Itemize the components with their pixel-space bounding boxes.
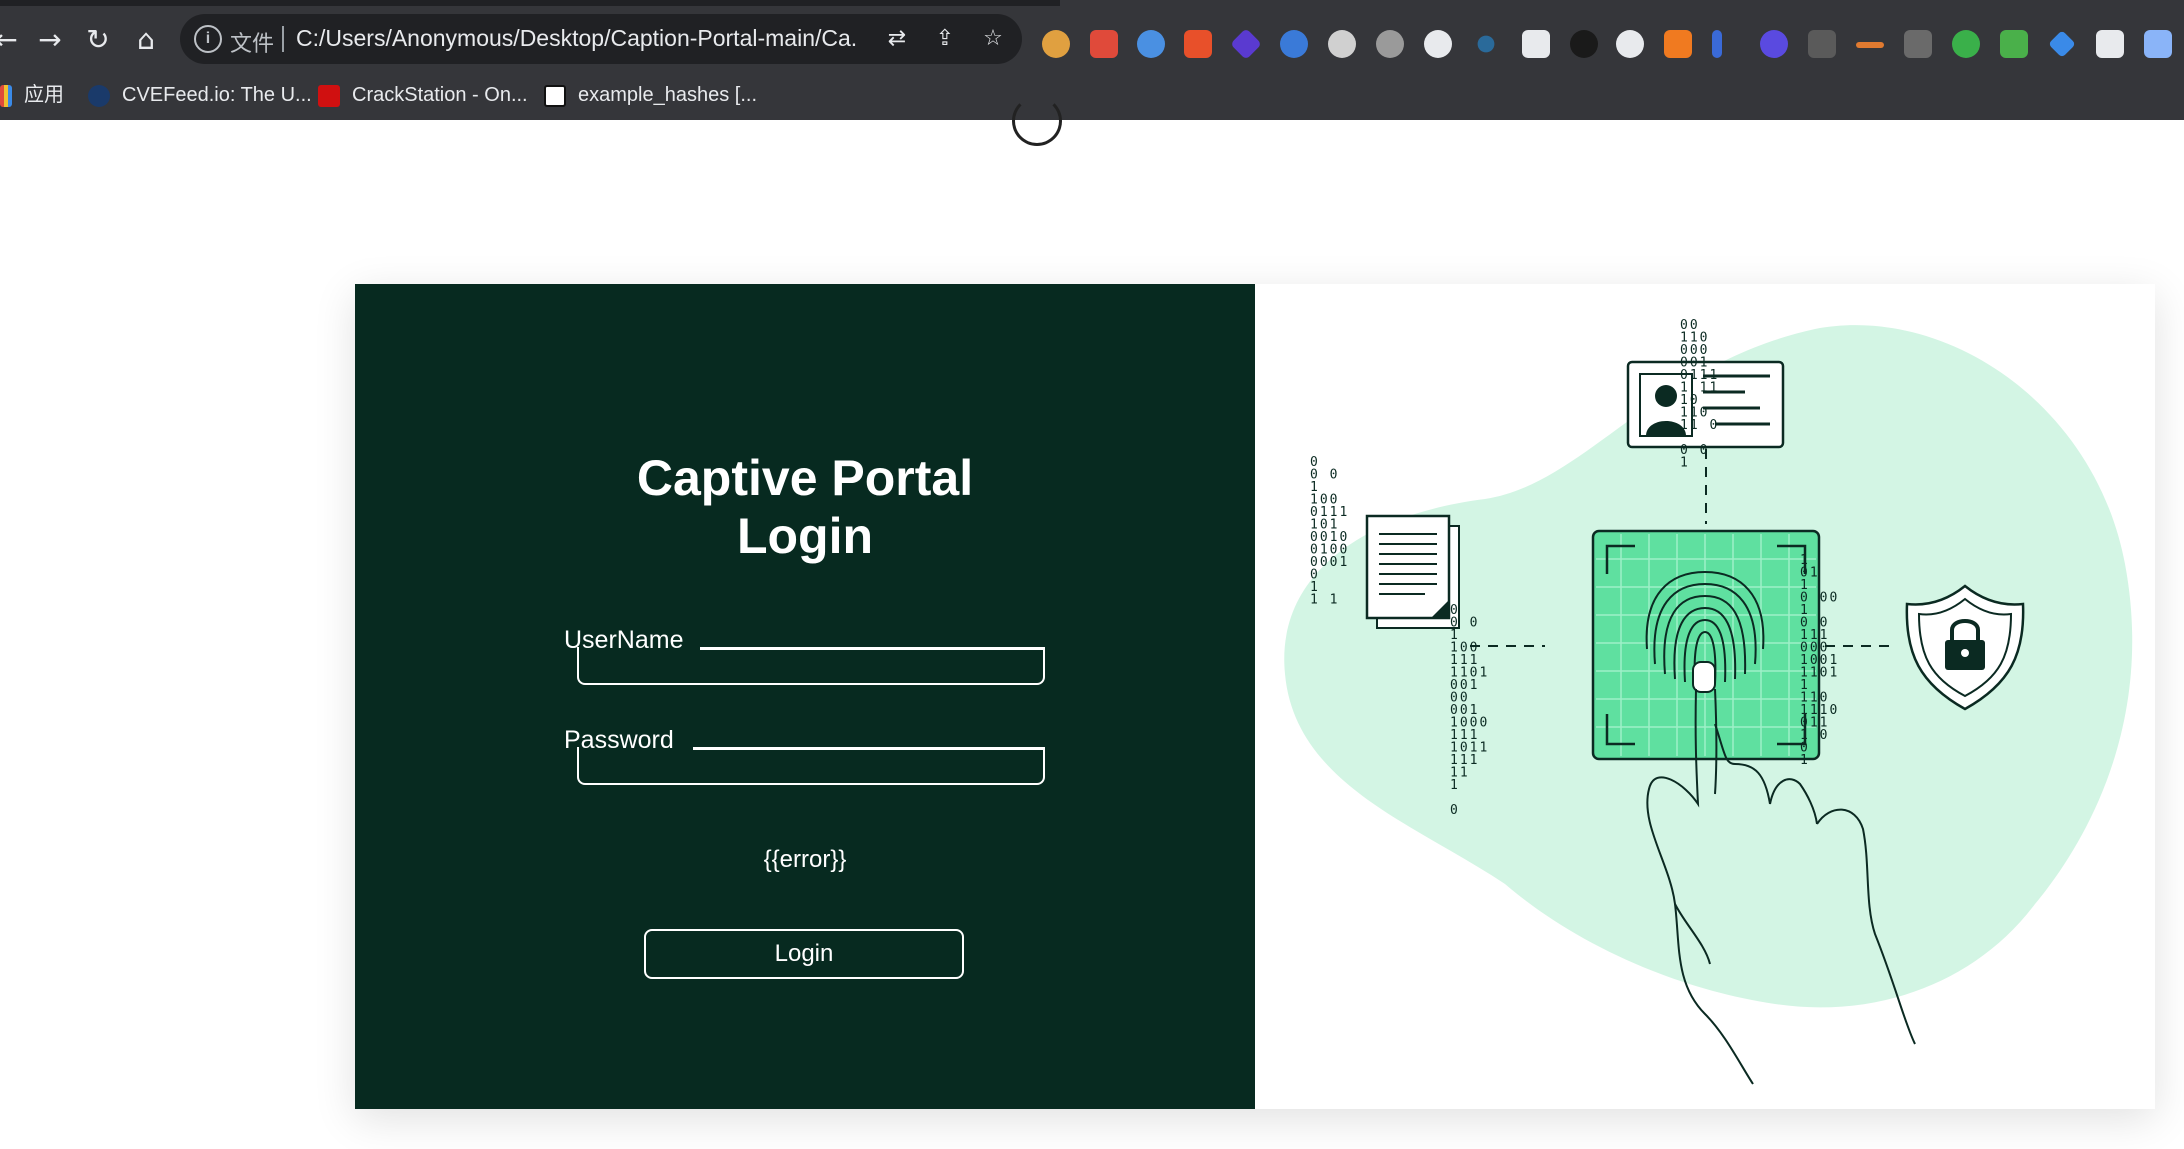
translate-icon[interactable]: ⇄ xyxy=(882,24,912,54)
apps-grid-icon xyxy=(0,84,12,107)
bookmark-apps[interactable]: 应用 xyxy=(0,80,64,110)
omnibox-separator xyxy=(282,26,284,52)
extension-icon[interactable] xyxy=(1376,30,1404,58)
document-icon xyxy=(1365,514,1460,629)
extension-icon[interactable] xyxy=(1477,35,1495,53)
bookmark-label: example_hashes [... xyxy=(578,84,757,106)
address-bar[interactable]: i 文件 C:/Users/Anonymous/Desktop/Caption-… xyxy=(180,14,1022,64)
cvefeed-icon xyxy=(88,84,110,107)
fingerprint-illustration: 00 0 1 100 0111 101 0010 0100 0001 0 1 1 1 00 110 00… xyxy=(1284,318,2133,1085)
bookmarks-bar: 应用 CVEFeed.io: The U... CrackStation - O… xyxy=(0,74,2184,116)
extension-icon[interactable] xyxy=(1712,30,1722,58)
reload-icon[interactable]: ↻ xyxy=(78,20,118,60)
info-icon[interactable]: i xyxy=(194,25,222,53)
page-title: Captive Portal Login xyxy=(555,449,1055,565)
fingerprint-scanner-icon xyxy=(1591,529,1821,761)
extension-icon[interactable] xyxy=(1424,30,1452,58)
extension-icon[interactable] xyxy=(1184,30,1212,58)
share-icon[interactable]: ⇪ xyxy=(930,24,960,54)
browser-toolbar: ← → ↻ ⌂ i 文件 C:/Users/Anonymous/Desktop/… xyxy=(0,6,2184,74)
home-icon[interactable]: ⌂ xyxy=(126,20,166,60)
extension-icon[interactable] xyxy=(1760,30,1788,58)
extension-icon[interactable] xyxy=(1280,30,1308,58)
bookmark-example-hashes[interactable]: example_hashes [... xyxy=(544,80,757,110)
extension-icon[interactable] xyxy=(1952,30,1980,58)
cookie-extension-icon[interactable] xyxy=(1042,30,1070,58)
login-panel: Captive Portal Login UserName Password {… xyxy=(355,284,1255,1109)
password-input[interactable] xyxy=(577,747,1045,785)
illustration-panel: 00 0 1 100 0111 101 0010 0100 0001 0 1 1 1 00 110 00… xyxy=(1255,284,2155,1109)
username-input[interactable] xyxy=(577,647,1045,685)
bookmark-star-icon[interactable]: ☆ xyxy=(978,24,1008,54)
bookmark-crackstation[interactable]: CrackStation - On... xyxy=(318,80,528,110)
bookmark-cvefeed[interactable]: CVEFeed.io: The U... xyxy=(88,80,312,110)
login-card: Captive Portal Login UserName Password {… xyxy=(355,284,2155,1109)
extension-icon[interactable] xyxy=(1328,30,1356,58)
password-field[interactable] xyxy=(579,747,1043,783)
bookmark-label: 应用 xyxy=(24,84,64,106)
extension-icon[interactable] xyxy=(1230,28,1262,60)
extension-icon[interactable] xyxy=(1808,30,1836,58)
extension-icon[interactable] xyxy=(2048,30,2076,58)
forward-icon[interactable]: → xyxy=(30,20,70,60)
url-text[interactable]: C:/Users/Anonymous/Desktop/Caption-Porta… xyxy=(296,25,856,52)
browser-chrome: ← → ↻ ⌂ i 文件 C:/Users/Anonymous/Desktop/… xyxy=(0,0,2184,120)
mask-extension-icon[interactable] xyxy=(1137,30,1165,58)
extension-icon[interactable] xyxy=(2000,30,2028,58)
file-scheme-label: 文件 xyxy=(230,31,275,56)
binary-row: 0 xyxy=(1450,803,1460,818)
binary-row: 11 0 xyxy=(1680,418,1719,433)
extension-icon[interactable] xyxy=(2096,30,2124,58)
extension-icon[interactable] xyxy=(1856,42,1884,48)
title-line-2: Login xyxy=(736,508,874,564)
bookmark-label: CrackStation - On... xyxy=(352,84,528,106)
title-line-1: Captive Portal xyxy=(636,450,974,506)
extension-icon[interactable] xyxy=(2144,30,2172,58)
extension-icon[interactable] xyxy=(1664,30,1692,58)
extension-icon[interactable] xyxy=(1904,30,1932,58)
hashcat-icon xyxy=(544,84,566,107)
back-icon[interactable]: ← xyxy=(0,20,26,60)
username-field[interactable] xyxy=(579,647,1043,683)
binary-row: 1 xyxy=(1800,753,1810,768)
bookmark-label: CVEFeed.io: The U... xyxy=(122,84,312,106)
error-message: {{error}} xyxy=(763,846,847,873)
binary-row: 1 xyxy=(1450,778,1460,793)
extension-icon[interactable] xyxy=(1570,30,1598,58)
extension-icon[interactable] xyxy=(1616,30,1644,58)
extension-icon[interactable] xyxy=(1090,30,1118,58)
login-button[interactable]: Login xyxy=(644,929,964,979)
crackstation-icon xyxy=(318,84,340,107)
extension-icon[interactable] xyxy=(1522,30,1550,58)
binary-row: 1 1 xyxy=(1310,593,1339,608)
loading-spinner xyxy=(1012,96,1062,146)
binary-row: 1 xyxy=(1680,456,1690,471)
